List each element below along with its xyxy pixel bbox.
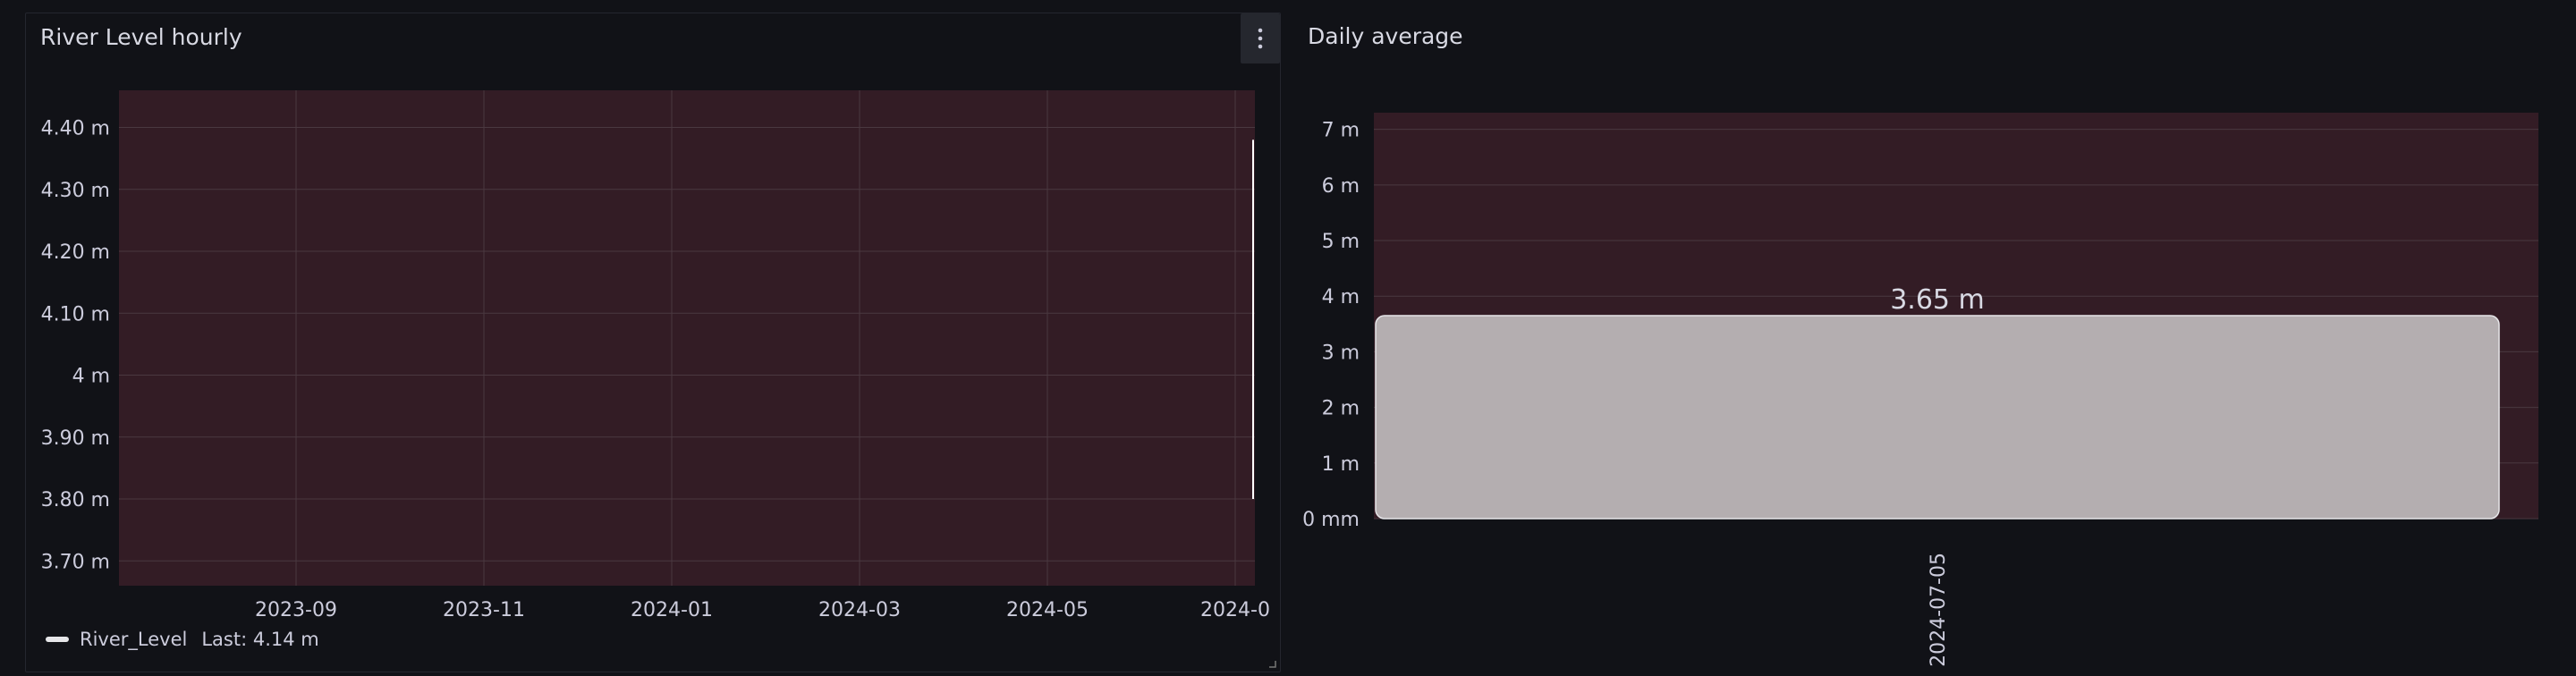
- y-tick-label: 4.40 m: [41, 118, 110, 140]
- x-tick-label: 2024-01: [631, 599, 713, 621]
- plot-area: [119, 90, 1255, 586]
- y-tick-label: 4 m: [72, 366, 110, 388]
- y-tick-label: 3.80 m: [41, 489, 110, 511]
- x-tick-label: 2024-05: [1006, 599, 1089, 621]
- y-tick-label: 3 m: [1322, 342, 1360, 364]
- y-tick-label: 6 m: [1322, 175, 1360, 198]
- y-tick-label: 0 mm: [1302, 509, 1360, 531]
- y-tick-label: 7 m: [1322, 120, 1360, 142]
- bar-data-label: 3.65 m: [1890, 284, 1985, 316]
- y-tick-label: 2 m: [1322, 398, 1360, 420]
- y-tick-label: 3.90 m: [41, 427, 110, 450]
- y-tick-label: 3.70 m: [41, 551, 110, 573]
- y-tick-label: 1 m: [1322, 453, 1360, 476]
- x-tick-label: 2024-0: [1200, 599, 1270, 621]
- x-tick-label: 2023-09: [255, 599, 337, 621]
- y-tick-label: 4.30 m: [41, 180, 110, 202]
- daily-average-bar-chart: 7 m 6 m 5 m 4 m 3 m 2 m 1 m 0 mm 3.65 m 2024-07-0…: [1302, 113, 2538, 667]
- x-tick-label: 2024-03: [818, 599, 901, 621]
- river-level-line-chart: 4.40 m 4.30 m 4.20 m 4.10 m 4 m 3.90 m 3.80 m 3…: [41, 90, 1270, 621]
- legend-series-swatch: [46, 637, 69, 642]
- bar: [1375, 315, 2500, 520]
- chart-legend[interactable]: River_Level Last: 4.14 m: [46, 629, 319, 650]
- legend-last-value: Last: 4.14 m: [201, 629, 319, 650]
- resize-handle-icon[interactable]: [1267, 659, 1276, 668]
- y-tick-label: 4.10 m: [41, 303, 110, 325]
- y-tick-label: 5 m: [1322, 231, 1360, 253]
- daily-average-panel: Daily average 7 m6 m5 m4 m3 m2 m1 m0 mm 3…: [1295, 13, 2569, 672]
- river-level-hourly-panel: River Level hourly 4.40 m 4.30 m 4.20 m 4.1…: [25, 13, 1281, 672]
- y-tick-label: 4.20 m: [41, 241, 110, 264]
- x-tick-label: 2024-07-05: [1928, 553, 1950, 667]
- y-tick-label: 4 m: [1322, 286, 1360, 308]
- legend-series-name: River_Level: [80, 629, 188, 650]
- x-tick-label: 2023-11: [443, 599, 525, 621]
